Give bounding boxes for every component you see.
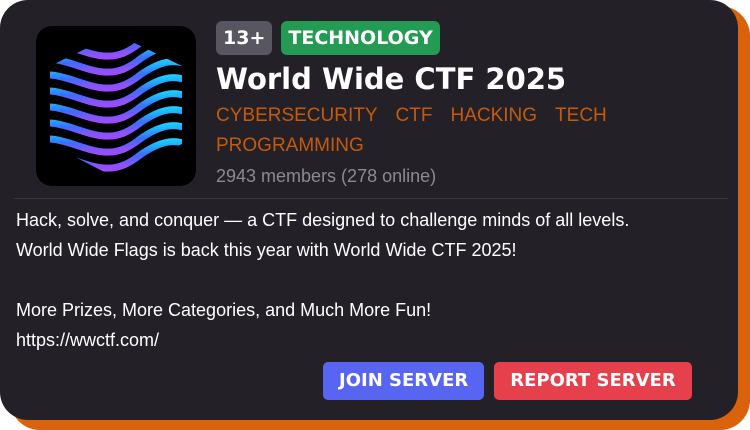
tag-cybersecurity[interactable]: CYBERSECURITY [216, 104, 378, 128]
tag-programming[interactable]: PROGRAMMING [216, 134, 364, 158]
badge-row: 13+ TECHNOLOGY [216, 21, 440, 55]
tag-list: CYBERSECURITY CTF HACKING TECH PROGRAMMI… [216, 104, 636, 158]
description-line: Hack, solve, and conquer — a CTF designe… [16, 210, 630, 230]
join-server-button[interactable]: JOIN SERVER [323, 362, 485, 400]
tag-ctf[interactable]: CTF [396, 104, 433, 128]
server-description: Hack, solve, and conquer — a CTF designe… [16, 205, 726, 355]
action-buttons: JOIN SERVER REPORT SERVER [323, 362, 692, 400]
divider [14, 198, 728, 199]
tag-hacking[interactable]: HACKING [450, 104, 537, 128]
description-line: More Prizes, More Categories, and Much M… [16, 300, 432, 320]
report-server-button[interactable]: REPORT SERVER [494, 362, 692, 400]
wave-sphere-logo-icon [36, 26, 196, 186]
server-title: World Wide CTF 2025 [216, 62, 567, 96]
age-rating-badge: 13+ [216, 21, 273, 55]
tag-tech[interactable]: TECH [555, 104, 607, 128]
member-count: 2943 members (278 online) [216, 166, 437, 186]
description-link[interactable]: https://wwctf.com/ [16, 325, 726, 355]
category-badge: TECHNOLOGY [281, 21, 440, 55]
description-line: World Wide Flags is back this year with … [16, 240, 517, 260]
server-card: 13+ TECHNOLOGY World Wide CTF 2025 CYBER… [0, 0, 738, 420]
